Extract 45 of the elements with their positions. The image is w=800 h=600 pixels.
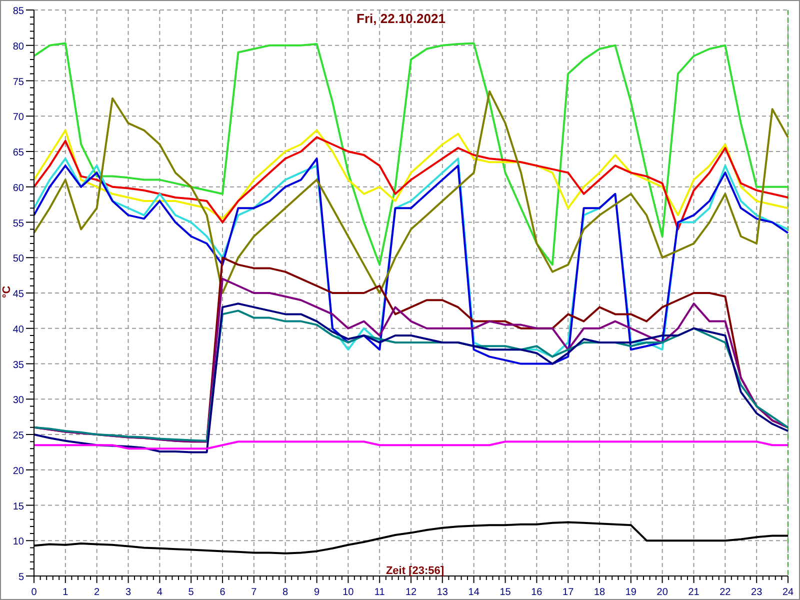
x-tick-label: 14 [468,587,480,598]
x-tick-label: 16 [531,587,542,598]
x-tick-label: 10 [342,587,354,598]
x-tick-label: 3 [125,587,132,598]
x-tick-label: 23 [751,587,762,598]
y-tick-label: 20 [12,466,24,477]
x-axis-label: Zeit [23:56] [386,565,444,577]
y-tick-label: 25 [12,430,24,442]
x-tick-label: 1 [62,587,68,598]
chart-title: Fri, 22.10.2021 [356,11,446,26]
x-tick-label: 24 [782,587,794,598]
x-tick-label: 12 [405,587,417,598]
x-tick-label: 19 [625,587,636,598]
y-tick-label: 5 [18,572,24,583]
x-tick-label: 7 [251,587,257,598]
y-tick-label: 35 [12,360,24,371]
x-tick-label: 22 [720,587,731,598]
x-tick-label: 18 [594,587,606,598]
y-tick-label: 50 [12,254,24,265]
x-tick-label: 15 [500,587,511,598]
x-tick-label: 5 [188,587,194,598]
x-tick-label: 20 [656,587,668,598]
x-tick-label: 11 [374,587,385,598]
x-tick-label: 21 [688,587,700,598]
x-tick-label: 0 [31,587,37,598]
y-tick-label: 80 [12,41,24,52]
y-tick-label: 60 [12,182,24,194]
x-tick-label: 17 [562,587,574,598]
y-tick-label: 30 [12,395,24,406]
y-tick-label: 10 [12,536,24,548]
x-tick-label: 13 [436,587,448,598]
x-tick-label: 4 [156,587,162,598]
y-tick-label: 45 [12,289,24,300]
y-tick-label: 75 [12,76,24,88]
y-tick-label: 55 [12,218,24,230]
y-axis-label: °C [1,286,13,298]
x-tick-label: 2 [94,587,100,598]
y-tick-label: 65 [12,148,24,158]
y-tick-label: 85 [12,6,24,17]
x-tick-label: 8 [282,587,288,598]
y-tick-label: 15 [12,501,24,512]
x-tick-label: 6 [220,587,226,598]
y-tick-label: 70 [12,112,24,124]
y-tick-label: 40 [12,324,24,336]
x-tick-label: 9 [314,587,320,598]
